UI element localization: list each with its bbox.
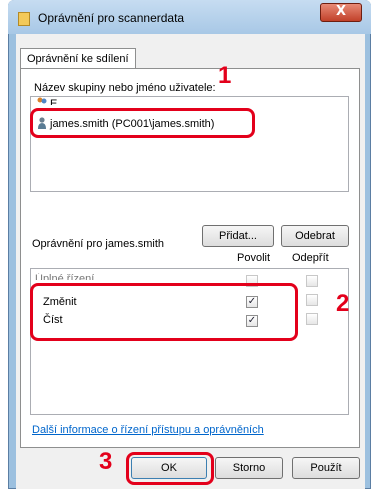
read-deny-checkbox[interactable] [306,313,318,325]
add-button[interactable]: Přidat... [202,225,274,247]
list-item-group[interactable]: E [37,97,57,105]
access-control-help-link[interactable]: Další informace o řízení přístupu a oprá… [32,424,264,436]
apply-button[interactable]: Použít [292,457,360,479]
permission-row-label: Úplné řízení [35,273,95,280]
folder-icon [18,12,30,26]
callout-box-2 [30,283,298,341]
list-item-label: E [50,98,58,105]
allow-column-header: Povolit [237,252,271,264]
close-button[interactable]: X [320,3,362,22]
callout-number-1: 1 [218,62,232,89]
groups-label: Název skupiny nebo jméno uživatele: [34,82,216,94]
callout-number-3: 3 [99,448,113,475]
group-icon [37,97,47,105]
callout-box-3 [126,452,214,485]
deny-column-header: Odepřít [292,252,329,264]
tab-sharing-permissions[interactable]: Oprávnění ke sdílení [20,48,136,69]
cancel-button[interactable]: Storno [215,457,283,479]
window-title: Oprávnění pro scannerdata [38,11,185,25]
full-control-deny-checkbox[interactable] [306,275,318,287]
remove-button[interactable]: Odebrat [281,225,349,247]
callout-box-1 [30,108,255,138]
callout-number-2: 2 [336,290,350,317]
permissions-label: Oprávnění pro james.smith [32,238,165,250]
change-deny-checkbox[interactable] [306,294,318,306]
